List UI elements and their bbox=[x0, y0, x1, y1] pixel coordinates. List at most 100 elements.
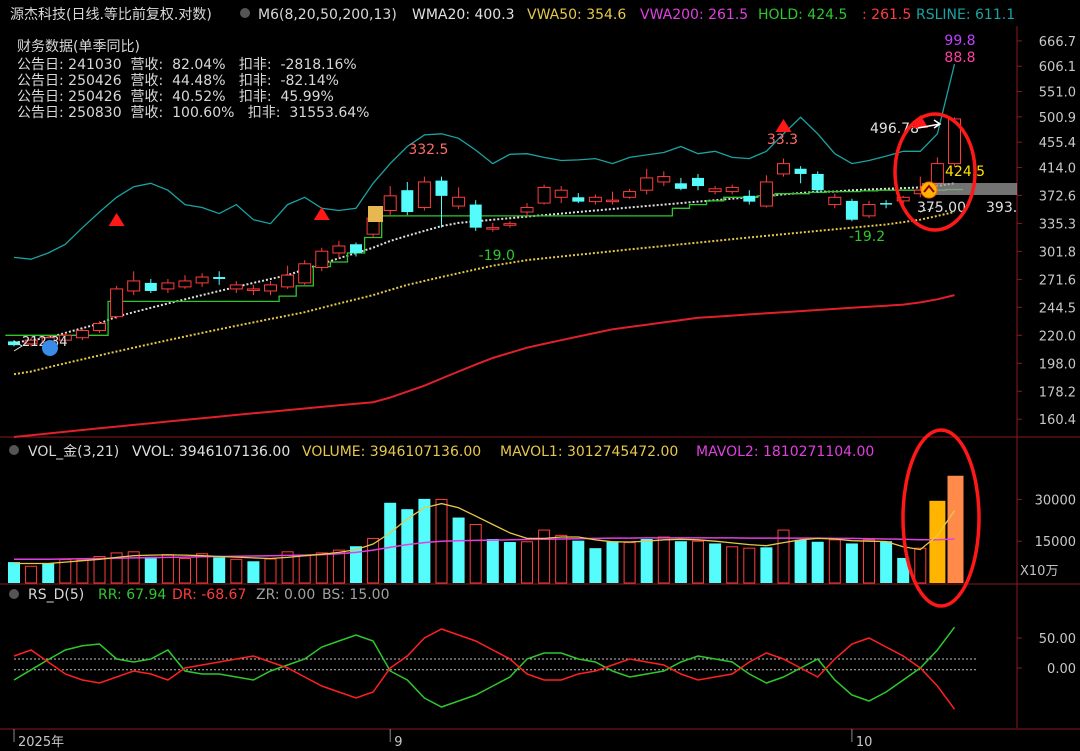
candle-body bbox=[127, 280, 141, 292]
note-icon bbox=[368, 206, 383, 222]
rs-value-label: 88.8 bbox=[944, 50, 975, 66]
candle-body bbox=[862, 204, 876, 217]
volume-bar bbox=[657, 536, 670, 584]
candle-body bbox=[588, 196, 602, 203]
wma20-label: WMA20: 400.3 bbox=[412, 7, 515, 23]
y-tick-label: 271.6 bbox=[1039, 273, 1076, 288]
vwa200-label: VWA200: 261.5 bbox=[640, 7, 748, 23]
candle-body bbox=[161, 282, 175, 290]
finance-row: 公告日: 250426 营收: 44.48% 扣非: -82.14% bbox=[17, 73, 339, 89]
y-tick-label: 606.1 bbox=[1039, 60, 1076, 75]
candle-body bbox=[759, 181, 773, 207]
candle-body bbox=[692, 177, 704, 187]
volume-bar bbox=[230, 558, 243, 584]
candle-body bbox=[572, 197, 585, 202]
stock-chart: 666.7 606.1 551.0 500.9 455.4 414.0 372.6 335.3… bbox=[0, 6, 1080, 750]
candle-body bbox=[350, 244, 362, 253]
collapse-icon bbox=[9, 445, 19, 455]
volume-bar bbox=[743, 547, 756, 584]
candle-body bbox=[315, 250, 329, 269]
volume-bar bbox=[144, 556, 157, 583]
collapse-icon bbox=[9, 589, 19, 599]
vwa200-series bbox=[13, 294, 955, 438]
volume-bar bbox=[692, 540, 704, 584]
candle-body bbox=[520, 207, 534, 213]
signal-triangle-icon bbox=[108, 213, 125, 226]
volume-bar bbox=[589, 548, 602, 583]
volume-bar bbox=[606, 541, 619, 583]
volume-bar bbox=[196, 553, 209, 584]
vol-unit-label: X10万 bbox=[1020, 564, 1058, 579]
mavol2-label: MAVOL2: 1810271104.00 bbox=[696, 444, 874, 460]
volume-bar bbox=[828, 539, 841, 584]
finance-row: 公告日: 241030 营收: 82.04% 扣非: -2818.16% bbox=[17, 57, 357, 73]
zr-label: ZR: 0.00 bbox=[256, 587, 315, 603]
dr-label: DR: -68.67 bbox=[172, 587, 246, 603]
candle-body bbox=[144, 282, 157, 291]
volume-bar bbox=[726, 546, 739, 584]
candle-body bbox=[383, 195, 397, 212]
y-tick-label: 335.3 bbox=[1039, 217, 1076, 232]
volume-bar bbox=[623, 542, 636, 584]
candle-body bbox=[777, 163, 790, 175]
signal-triangle-icon bbox=[775, 119, 792, 132]
volume-bar bbox=[25, 565, 38, 584]
candle-body bbox=[93, 323, 106, 332]
dr-series bbox=[13, 628, 956, 710]
candle-body bbox=[332, 245, 346, 254]
candle-body bbox=[110, 288, 124, 318]
candle-body bbox=[452, 196, 466, 207]
candle-body bbox=[298, 263, 312, 284]
volume-bar bbox=[947, 475, 964, 583]
candle-body bbox=[845, 200, 858, 220]
settings-icon bbox=[240, 8, 250, 18]
rs-value-label: 99.8 bbox=[944, 33, 975, 49]
candle-body bbox=[264, 284, 277, 292]
hold-label: HOLD: 424.5 bbox=[758, 7, 847, 23]
vwa50-label: VWA50: 354.6 bbox=[527, 7, 626, 23]
candle-body bbox=[623, 191, 637, 198]
volume-bar bbox=[161, 554, 174, 584]
y-tick-label: 551.0 bbox=[1039, 86, 1076, 101]
candle-body bbox=[674, 183, 687, 189]
candle-body bbox=[743, 195, 756, 202]
candle-body bbox=[640, 177, 654, 191]
volume-bar bbox=[59, 559, 72, 584]
rr-label: RR: 67.94 bbox=[98, 587, 166, 603]
y-tick-label: 220.0 bbox=[1039, 329, 1076, 344]
volume-bar bbox=[213, 557, 226, 583]
candle-body bbox=[75, 330, 89, 339]
rr-series bbox=[13, 626, 956, 708]
trough-label: -19.0 bbox=[479, 248, 515, 264]
rs-title: RS_D(5) bbox=[28, 587, 84, 603]
volume-bar bbox=[760, 547, 773, 583]
y-tick-label: 244.5 bbox=[1039, 301, 1076, 316]
candle-body bbox=[195, 276, 209, 284]
volume-bar bbox=[93, 556, 106, 584]
volume-bar bbox=[179, 557, 191, 584]
x-tick-label: 9 bbox=[394, 735, 402, 750]
volume-bar bbox=[8, 562, 20, 583]
volume-bar bbox=[640, 538, 653, 583]
y-tick-label: 160.4 bbox=[1039, 413, 1076, 428]
vvol-label: VVOL: 3946107136.00 bbox=[132, 444, 290, 460]
rs-tick-label: 50.00 bbox=[1039, 632, 1076, 647]
hold-value-label: 424.5 bbox=[945, 164, 985, 180]
candle-body bbox=[537, 186, 551, 204]
volume-bar bbox=[709, 543, 722, 583]
volume-bar bbox=[264, 558, 277, 584]
candle-body bbox=[417, 181, 431, 209]
x-tick-label: 2025年 bbox=[18, 735, 64, 750]
stock-title: 源杰科技(日线.等比前复权.对数) bbox=[10, 6, 212, 23]
volume-bar bbox=[863, 539, 875, 584]
y-tick-label: 455.4 bbox=[1039, 136, 1076, 151]
candle-body bbox=[401, 190, 414, 213]
vol-tick-label: 15000 bbox=[1035, 535, 1076, 550]
volume-bar bbox=[315, 552, 328, 584]
m6-label: M6(8,20,50,200,13) bbox=[258, 7, 397, 23]
candle-body bbox=[811, 173, 824, 191]
volume-bar bbox=[247, 561, 260, 583]
candle-body bbox=[503, 223, 517, 226]
vol-title: VOL_金(3,21) bbox=[28, 444, 119, 460]
volume-bar bbox=[452, 517, 465, 583]
